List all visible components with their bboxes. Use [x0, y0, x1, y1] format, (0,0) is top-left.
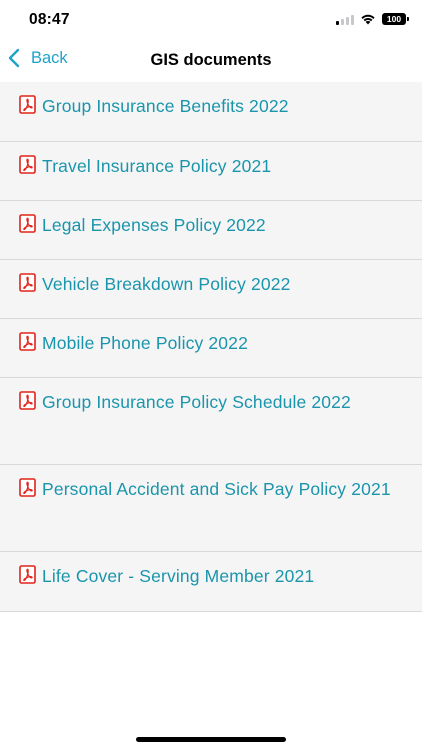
document-title: Personal Accident and Sick Pay Policy 20…	[42, 479, 391, 499]
pdf-icon	[19, 565, 36, 584]
pdf-icon	[19, 273, 36, 292]
document-title: Vehicle Breakdown Policy 2022	[42, 274, 291, 294]
document-item-text: Legal Expenses Policy 2022	[19, 211, 404, 239]
status-bar: 08:47 100	[0, 0, 422, 40]
document-item[interactable]: Life Cover - Serving Member 2021	[0, 552, 422, 612]
pdf-icon	[19, 95, 36, 114]
document-item[interactable]: Personal Accident and Sick Pay Policy 20…	[0, 465, 422, 552]
pdf-icon	[19, 332, 36, 351]
document-item-text: Travel Insurance Policy 2021	[19, 152, 404, 180]
document-title: Group Insurance Policy Schedule 2022	[42, 392, 351, 412]
status-icons: 100	[336, 13, 409, 25]
pdf-icon	[19, 155, 36, 174]
document-title: Group Insurance Benefits 2022	[42, 96, 289, 116]
document-item-text: Life Cover - Serving Member 2021	[19, 562, 404, 590]
document-list: Group Insurance Benefits 2022 Travel Ins…	[0, 82, 422, 612]
pdf-icon	[19, 214, 36, 233]
document-item[interactable]: Group Insurance Policy Schedule 2022	[0, 378, 422, 465]
pdf-icon	[19, 391, 36, 410]
home-indicator[interactable]	[136, 737, 286, 742]
document-item-text: Group Insurance Policy Schedule 2022	[19, 388, 404, 416]
document-item[interactable]: Travel Insurance Policy 2021	[0, 142, 422, 201]
document-title: Travel Insurance Policy 2021	[42, 156, 272, 176]
document-item-text: Mobile Phone Policy 2022	[19, 329, 404, 357]
document-item-text: Group Insurance Benefits 2022	[19, 92, 404, 120]
document-item[interactable]: Mobile Phone Policy 2022	[0, 319, 422, 378]
document-item[interactable]: Vehicle Breakdown Policy 2022	[0, 260, 422, 319]
document-title: Mobile Phone Policy 2022	[42, 333, 248, 353]
document-item-text: Vehicle Breakdown Policy 2022	[19, 270, 404, 298]
navigation-bar: Back GIS documents	[0, 40, 422, 82]
status-time: 08:47	[29, 11, 70, 28]
wifi-icon	[361, 14, 375, 25]
document-title: Life Cover - Serving Member 2021	[42, 566, 315, 586]
document-title: Legal Expenses Policy 2022	[42, 215, 266, 235]
pdf-icon	[19, 478, 36, 497]
page-title: GIS documents	[150, 51, 272, 69]
document-item-text: Personal Accident and Sick Pay Policy 20…	[19, 475, 404, 503]
battery-icon: 100	[382, 13, 409, 25]
document-item[interactable]: Legal Expenses Policy 2022	[0, 201, 422, 260]
document-item[interactable]: Group Insurance Benefits 2022	[0, 82, 422, 142]
cellular-signal-icon	[336, 14, 354, 25]
